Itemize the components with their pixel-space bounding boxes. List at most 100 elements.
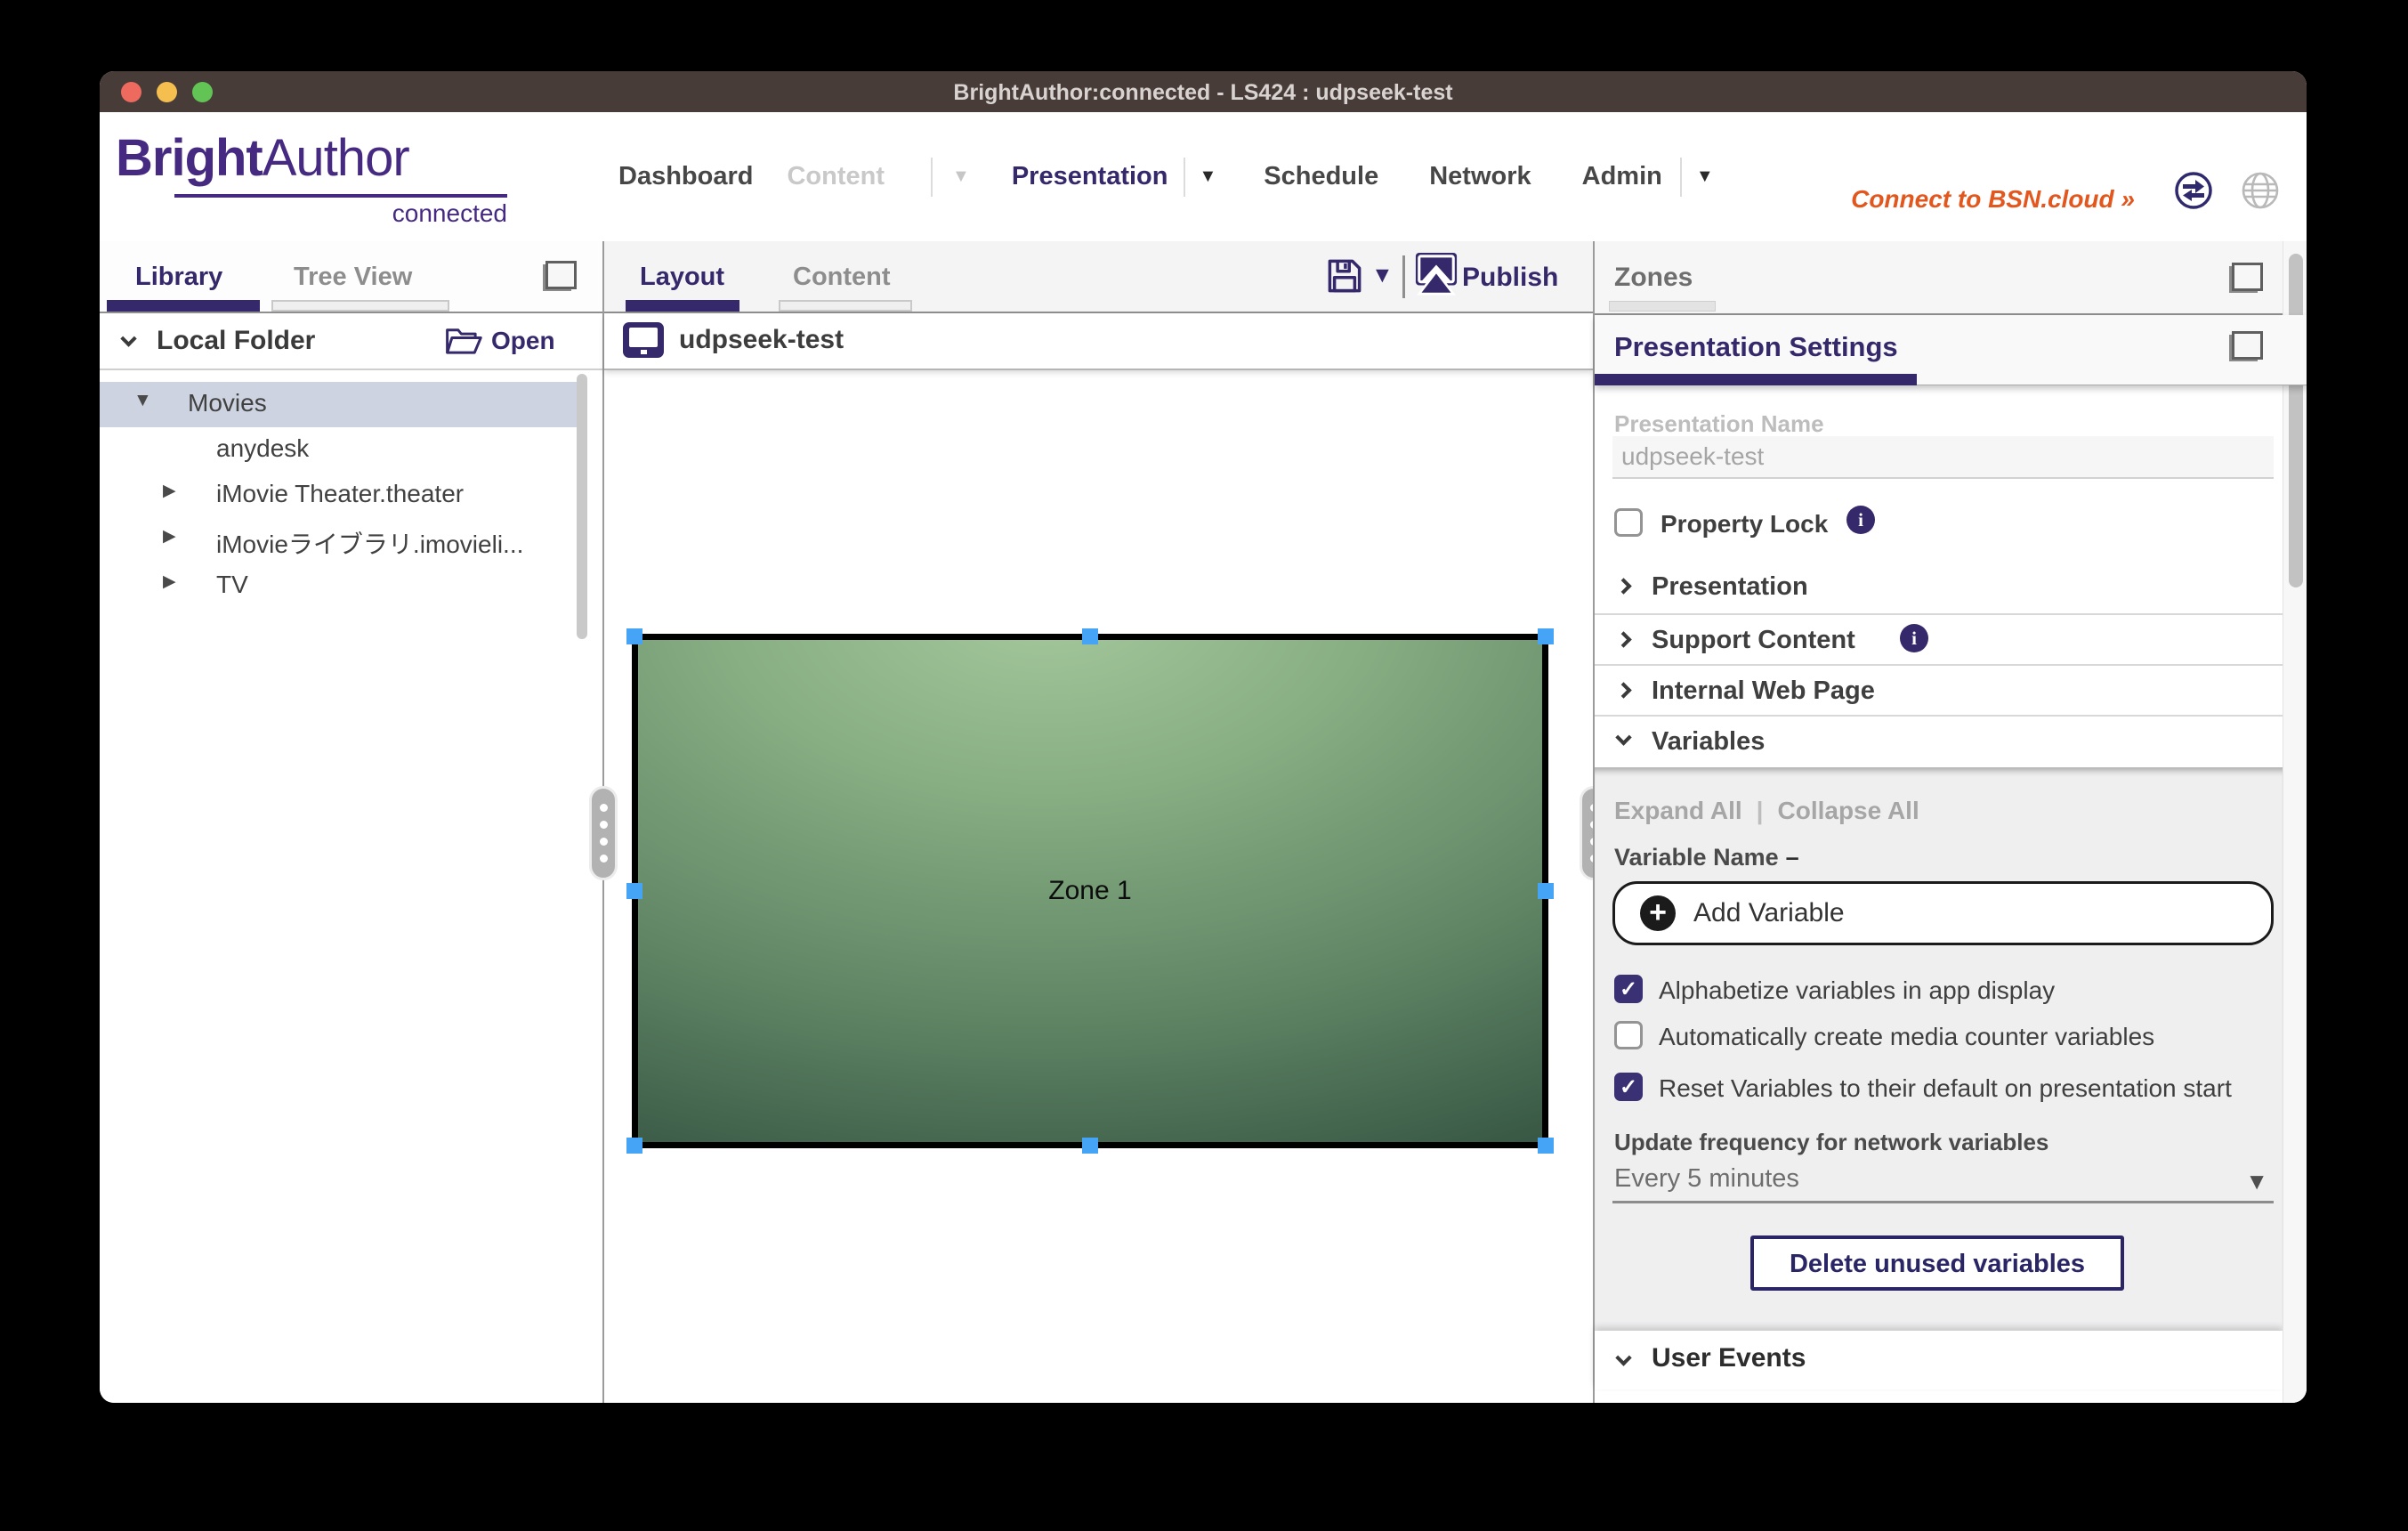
nav-presentation[interactable]: Presentation [1012,162,1168,191]
sidebar-tabstrip: Library Tree View [100,241,602,313]
app-window: BrightAuthor:connected - LS424 : udpseek… [100,71,2307,1403]
sort-indicator[interactable]: – [1786,844,1799,871]
open-folder-icon[interactable] [445,326,482,356]
update-frequency-value: Every 5 minutes [1614,1164,1799,1194]
nav-schedule[interactable]: Schedule [1264,162,1378,191]
info-icon[interactable]: i [1900,624,1928,652]
globe-icon[interactable] [2241,171,2280,210]
collapsed-arrow-icon[interactable]: ▶ [163,526,176,547]
presentation-name-input[interactable] [1612,436,2274,479]
publish-icon[interactable] [1414,250,1459,300]
nav-dashboard[interactable]: Dashboard [618,162,753,191]
media-counter-label: Automatically create media counter varia… [1659,1023,2154,1051]
delete-unused-variables-button[interactable]: Delete unused variables [1750,1235,2124,1291]
tree-item-imovie-library[interactable]: ▶ iMovieライブラリ.imovieli... [100,518,602,563]
resize-handle-nw[interactable] [626,628,642,644]
resize-handle-w[interactable] [626,883,642,899]
tab-zones[interactable]: Zones [1614,263,1693,293]
tree-item-label: anydesk [216,434,309,463]
presentation-dropdown-icon[interactable]: ▼ [1199,166,1216,187]
local-folder-label: Local Folder [157,326,315,356]
reset-variables-checkbox[interactable]: ✓ [1614,1073,1643,1101]
resize-handle-sw[interactable] [626,1138,642,1154]
tab-tree-view[interactable]: Tree View [294,263,412,292]
left-splitter-handle[interactable] [589,786,618,880]
tab-library[interactable]: Library [135,263,222,292]
section-user-events[interactable]: User Events [1595,1331,2283,1389]
save-dropdown-icon[interactable]: ▼ [1371,263,1394,288]
media-counter-checkbox[interactable] [1614,1021,1643,1049]
chevron-right-icon [1615,682,1631,698]
panel-scrollbar-thumb[interactable] [2289,254,2303,587]
chevron-right-icon [1615,578,1631,594]
connect-bsn-link[interactable]: Connect to BSN.cloud » [1851,185,2135,214]
variable-name-label: Variable Name [1614,844,1779,871]
tab-layout[interactable]: Layout [640,263,724,292]
section-presentation[interactable]: Presentation [1595,562,2283,615]
property-lock-checkbox[interactable] [1614,508,1643,537]
zone-1[interactable]: Zone 1 [632,634,1548,1148]
collapsed-arrow-icon[interactable]: ▶ [163,571,176,592]
resize-handle-se[interactable] [1538,1138,1554,1154]
collapse-panel-icon[interactable] [2229,263,2263,293]
section-label: Presentation [1652,572,1808,602]
variable-name-header: Variable Name– [1614,844,1799,871]
presentation-settings-header: Presentation Settings [1595,315,2307,385]
window-title: BrightAuthor:connected - LS424 : udpseek… [100,71,2307,112]
alphabetize-label: Alphabetize variables in app display [1659,976,2055,1005]
nav-content[interactable]: Content [787,162,885,191]
section-variables[interactable]: Variables [1595,717,2283,769]
toolbar-separator [1402,255,1405,298]
presentation-name-label: Presentation Name [1614,410,1824,438]
content-dropdown-icon[interactable]: ▼ [952,166,970,187]
tab-content[interactable]: Content [793,263,891,292]
add-variable-button[interactable]: + Add Variable [1612,881,2274,945]
info-icon[interactable]: i [1846,506,1875,534]
admin-dropdown-icon[interactable]: ▼ [1696,166,1714,187]
section-label: Support Content [1652,626,1855,655]
expand-all-link[interactable]: Expand All [1614,797,1742,824]
expanded-arrow-icon[interactable]: ▼ [133,390,152,411]
section-label: Variables [1652,727,1765,757]
open-button[interactable]: Open [491,327,555,355]
expand-collapse-controls: Expand All | Collapse All [1614,797,1919,825]
resize-handle-e[interactable] [1538,883,1554,899]
publish-button[interactable]: Publish [1462,263,1558,293]
tree-item-tv[interactable]: ▶ TV [100,563,602,609]
panel-scrollbar-track[interactable] [2283,241,2307,1403]
resize-handle-n[interactable] [1082,628,1098,644]
logo-tagline: connected [100,199,507,228]
library-tab-indicator [107,300,260,312]
collapse-panel-icon[interactable] [543,261,577,291]
chevron-right-icon [1615,631,1631,647]
tree-item-movies[interactable]: ▼ Movies [100,382,578,427]
plus-icon: + [1640,895,1676,931]
logo-light: Author [263,129,409,187]
section-support-content[interactable]: Support Content i [1595,615,2283,666]
sync-transfer-icon[interactable] [2174,171,2213,210]
section-internal-web-page[interactable]: Internal Web Page [1595,666,2283,717]
sidebar-scrollbar[interactable] [577,374,587,639]
local-folder-header[interactable]: Local Folder Open [100,313,602,370]
link-separator: | [1757,797,1764,825]
alphabetize-checkbox[interactable]: ✓ [1614,975,1643,1003]
collapse-panel-icon[interactable] [2229,331,2263,361]
nav-network[interactable]: Network [1429,162,1531,191]
save-icon[interactable] [1326,255,1363,296]
nav-admin[interactable]: Admin [1582,162,1662,191]
tree-item-label: iMovieライブラリ.imovieli... [216,525,523,561]
user-events-label: User Events [1652,1343,1806,1373]
tree-item-imovie-theater[interactable]: ▶ iMovie Theater.theater [100,473,602,518]
resize-handle-ne[interactable] [1538,628,1554,644]
collapse-all-link[interactable]: Collapse All [1778,797,1919,824]
library-sidebar: Library Tree View Local Folder Open ▼ Mo… [100,241,602,1403]
zones-tabstrip: Zones [1595,241,2307,315]
collapsed-arrow-icon[interactable]: ▶ [163,481,176,501]
tree-item-anydesk[interactable]: anydesk [100,427,602,473]
nav-separator [931,158,933,197]
tree-item-label: iMovie Theater.theater [216,480,464,508]
update-frequency-select[interactable]: Every 5 minutes ▼ [1612,1161,2274,1203]
editor-tabstrip: Layout Content ▼ Publish [604,241,1593,313]
resize-handle-s[interactable] [1082,1138,1098,1154]
settings-tab-indicator [1595,374,1917,385]
